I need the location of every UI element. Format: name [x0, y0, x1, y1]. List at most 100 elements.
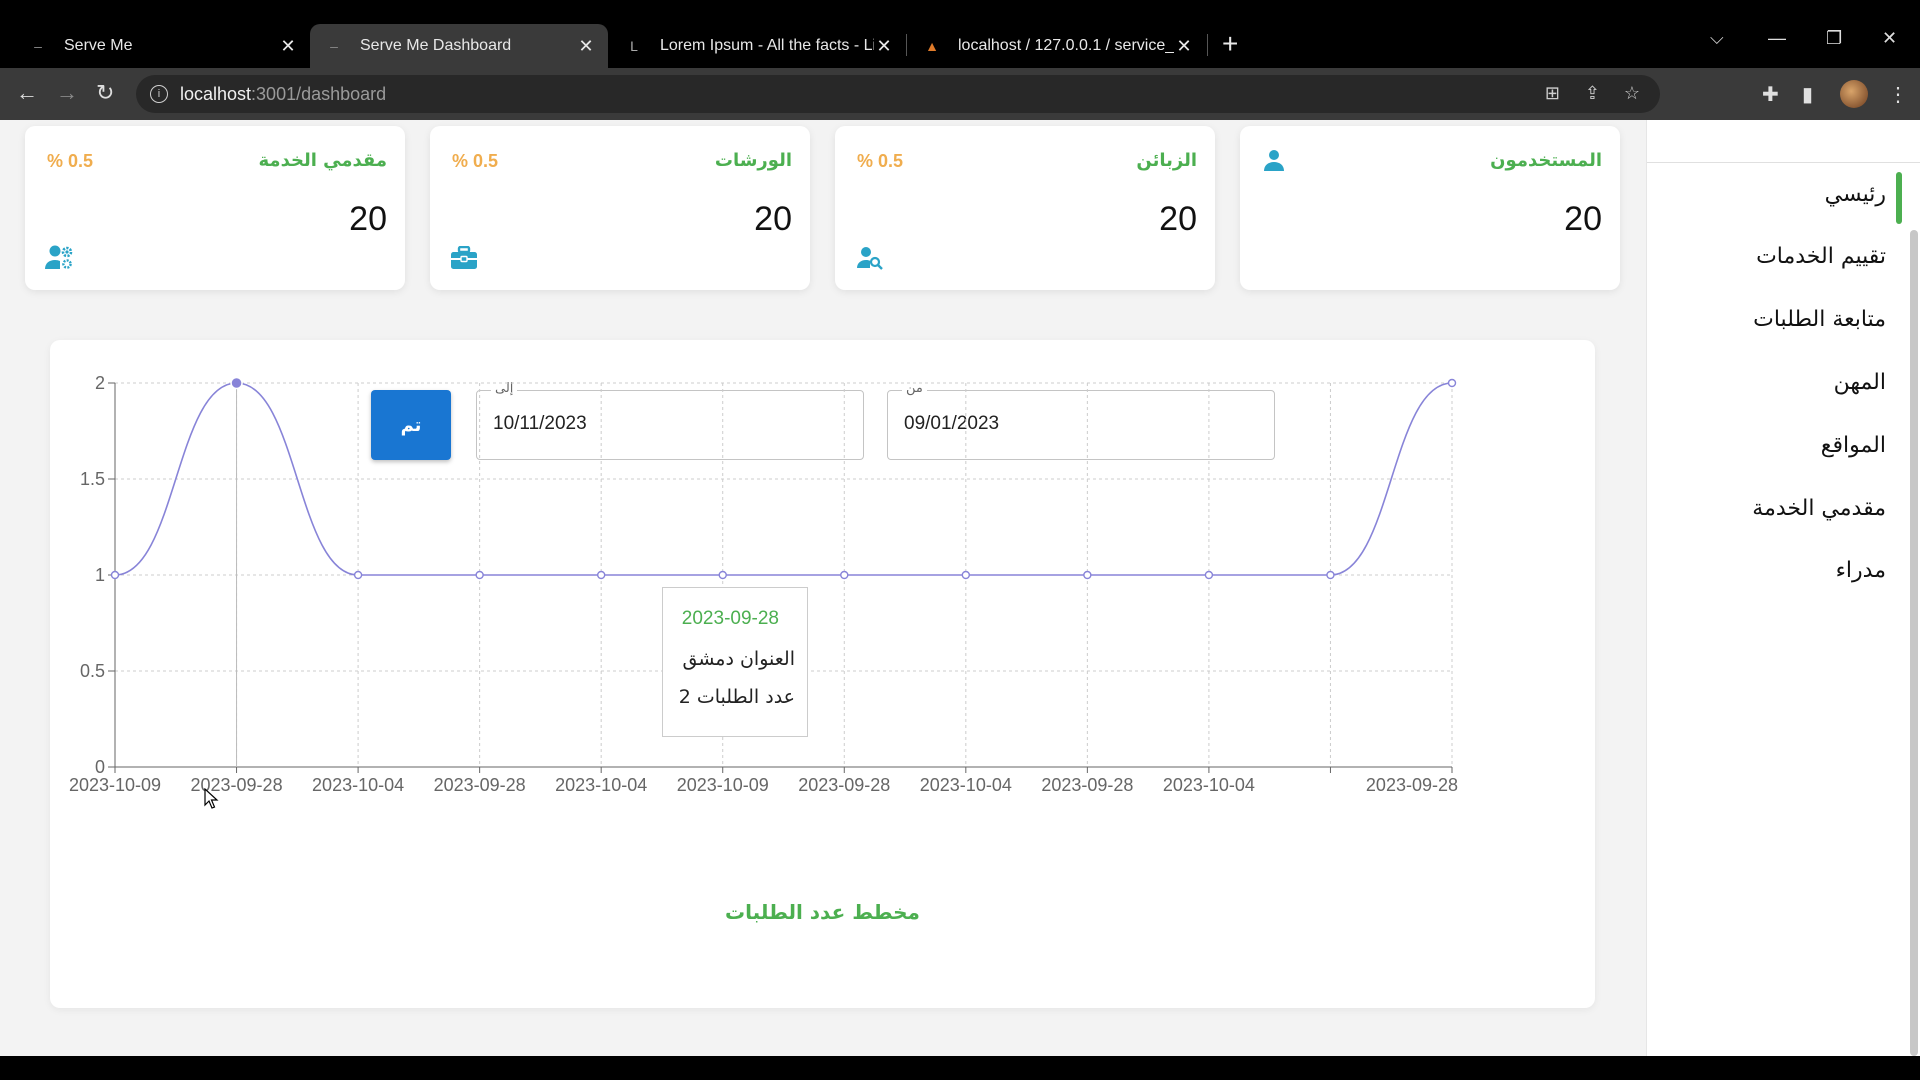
tab-title: Serve Me Dashboard — [360, 37, 512, 54]
chart-tooltip: 2023-09-28 العنوان دمشق عدد الطلبات 2 — [662, 587, 808, 737]
back-arrow-icon[interactable]: ← — [16, 80, 38, 106]
x-tick-label: 2023-10-04 — [312, 775, 404, 795]
tab-favicon-icon: – — [34, 38, 42, 54]
tab-search-chevron-down-icon[interactable]: ⌵ — [1710, 28, 1724, 49]
stat-card-customers: الزبائن % 0.5 20 — [835, 126, 1215, 290]
tab-serve-me-dashboard[interactable]: – Serve Me Dashboard ✕ — [310, 24, 608, 68]
stat-card-label: مقدمي الخدمة — [258, 150, 387, 171]
x-tick-label: 2023-10-04 — [1163, 775, 1255, 795]
user-gear-icon — [45, 244, 75, 275]
sidebar-item-professions[interactable]: المهن — [1834, 370, 1886, 395]
y-tick-label: 1.5 — [80, 469, 105, 489]
tab-title: Lorem Ipsum - All the facts - Lip — [660, 37, 874, 54]
stat-card-value: 20 — [754, 200, 792, 238]
data-point-active — [230, 376, 243, 390]
y-tick-label: 0 — [95, 757, 105, 777]
data-point — [961, 570, 971, 580]
tab-serve-me[interactable]: – Serve Me ✕ — [14, 24, 310, 68]
data-point — [1204, 570, 1214, 580]
chart-panel: من 09/01/2023 إلى 10/11/2023 تم 0 0.5 1 1.5… — [50, 340, 1595, 1008]
sidebar-scrollbar[interactable] — [1910, 230, 1918, 1056]
tab-favicon-icon: L — [630, 38, 638, 54]
x-tick-label: 2023-09-28 — [1366, 775, 1458, 795]
x-tick-label: 2023-10-04 — [555, 775, 647, 795]
tab-separator — [906, 34, 907, 56]
data-point — [1083, 570, 1092, 580]
sidebar-item-order-tracking[interactable]: متابعة الطلبات — [1753, 307, 1886, 332]
tab-title: Serve Me — [64, 37, 133, 54]
tab-close-icon[interactable]: ✕ — [1174, 36, 1194, 57]
reload-icon[interactable]: ↻ — [96, 80, 114, 106]
tab-close-icon[interactable]: ✕ — [278, 36, 298, 57]
data-point — [1447, 378, 1457, 388]
taskbar-strip — [0, 1056, 1920, 1080]
site-info-icon[interactable]: i — [150, 85, 168, 103]
bookmark-star-icon[interactable]: ☆ — [1624, 83, 1640, 104]
y-tick-label: 0.5 — [80, 661, 105, 681]
mouse-cursor-icon — [204, 788, 219, 809]
restore-icon[interactable]: ❐ — [1826, 28, 1842, 49]
profile-avatar[interactable] — [1840, 80, 1868, 108]
sidebar-item-locations[interactable]: المواقع — [1821, 433, 1886, 458]
data-point — [110, 570, 120, 580]
sidebar-item-home[interactable]: رئيسي — [1825, 182, 1886, 207]
stat-card-value: 20 — [349, 200, 387, 238]
data-point — [718, 570, 727, 580]
tab-close-icon[interactable]: ✕ — [874, 36, 894, 57]
url-host: localhost — [180, 83, 252, 104]
stat-card-percent: % 0.5 — [47, 151, 94, 171]
tooltip-date: 2023-09-28 — [681, 608, 779, 629]
stat-card-label: الزبائن — [1136, 150, 1197, 171]
stat-card-percent: % 0.5 — [452, 151, 499, 171]
x-tick-label: 2023-10-09 — [69, 775, 161, 795]
stat-card-label: الورشات — [714, 150, 792, 171]
user-search-icon — [857, 246, 883, 275]
stat-card-service-providers: مقدمي الخدمة % 0.5 20 — [25, 126, 405, 290]
side-panel-icon[interactable]: ▮ — [1802, 82, 1813, 107]
stat-card-value: 20 — [1159, 200, 1197, 238]
y-tick-label: 1 — [95, 565, 105, 585]
y-tick-label: 2 — [95, 373, 105, 393]
tab-favicon-icon: ▲ — [925, 38, 939, 54]
sidebar: رئيسي تقييم الخدمات متابعة الطلبات المهن… — [1646, 120, 1920, 1056]
close-window-icon[interactable]: ✕ — [1882, 28, 1897, 49]
tab-strip: – Serve Me ✕ – Serve Me Dashboard ✕ L Lo… — [0, 0, 1920, 68]
url-path: :3001/dashboard — [251, 83, 387, 104]
stat-card-label: المستخدمون — [1490, 150, 1602, 171]
extensions-puzzle-icon[interactable]: ✚ — [1762, 82, 1779, 107]
tooltip-count: عدد الطلبات 2 — [678, 686, 795, 708]
minimize-icon[interactable]: — — [1768, 28, 1786, 49]
user-icon — [1262, 148, 1286, 177]
tab-close-icon[interactable]: ✕ — [576, 36, 596, 57]
tab-separator — [1207, 34, 1208, 56]
stat-card-workshops: الورشات % 0.5 20 — [430, 126, 810, 290]
forward-arrow-icon[interactable]: → — [56, 80, 78, 106]
data-point — [353, 570, 363, 580]
share-icon[interactable]: ⇪ — [1585, 83, 1600, 104]
dashboard-page: رئيسي تقييم الخدمات متابعة الطلبات المهن… — [0, 120, 1920, 1056]
sidebar-item-managers[interactable]: مدراء — [1836, 558, 1886, 583]
x-tick-label: 2023-10-04 — [920, 775, 1012, 795]
stat-card-users: المستخدمون 20 — [1240, 126, 1620, 290]
data-point — [840, 570, 849, 580]
sidebar-item-service-providers[interactable]: مقدمي الخدمة — [1752, 496, 1886, 521]
sidebar-item-service-ratings[interactable]: تقييم الخدمات — [1756, 244, 1886, 269]
data-point — [1326, 570, 1335, 580]
x-tick-label: 2023-09-28 — [1041, 775, 1133, 795]
browser-menu-icon[interactable]: ⋮ — [1888, 82, 1908, 107]
new-tab-icon[interactable]: + — [1222, 30, 1238, 58]
sidebar-divider — [1647, 162, 1920, 163]
sidebar-active-indicator — [1896, 172, 1902, 224]
browser-toolbar: ← → ↻ i localhost:3001/dashboard ⊞ ⇪ ☆ ✚… — [0, 68, 1920, 120]
stat-card-percent: % 0.5 — [857, 151, 904, 171]
translate-icon[interactable]: ⊞ — [1545, 83, 1560, 104]
tab-phpmyadmin[interactable]: ▲ localhost / 127.0.0.1 / service_m ✕ — [908, 24, 1206, 68]
stat-card-value: 20 — [1564, 200, 1602, 238]
tab-lorem-ipsum[interactable]: L Lorem Ipsum - All the facts - Lip ✕ — [610, 24, 906, 68]
tooltip-address: العنوان دمشق — [682, 648, 796, 670]
x-tick-label: 2023-09-28 — [798, 775, 890, 795]
tab-favicon-icon: – — [330, 38, 338, 54]
address-bar[interactable]: i localhost:3001/dashboard ⊞ ⇪ ☆ — [136, 75, 1660, 113]
data-point — [475, 570, 484, 580]
x-tick-label: 2023-09-28 — [434, 775, 526, 795]
